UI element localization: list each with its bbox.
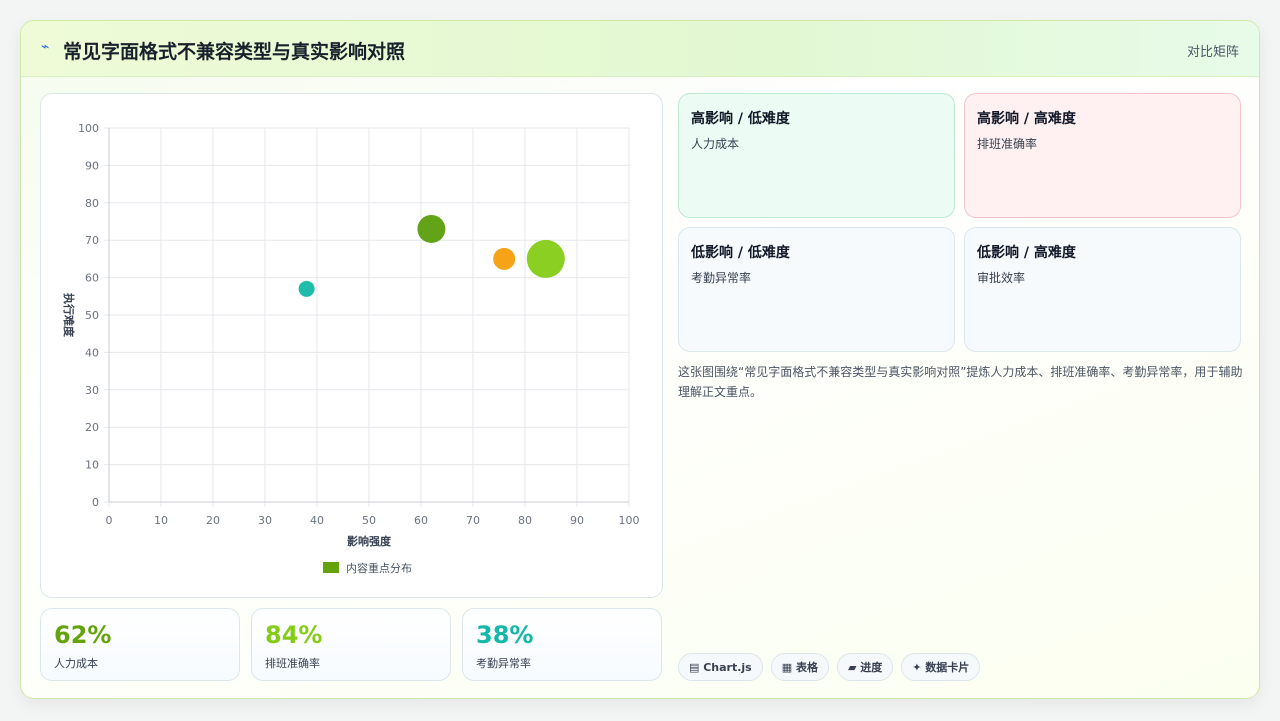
x-tick-label: 100 bbox=[619, 514, 640, 527]
stat-label: 人力成本 bbox=[54, 657, 98, 670]
main-card: ⌁ 常见字面格式不兼容类型与真实影响对照 对比矩阵 0 10 20 30 40 50 60 7… bbox=[20, 20, 1260, 699]
y-tick-label: 50 bbox=[85, 309, 99, 322]
y-tick-label: 70 bbox=[85, 234, 99, 247]
x-tick-label: 10 bbox=[154, 514, 168, 527]
y-tick-label: 100 bbox=[78, 122, 99, 135]
legend-label: 内容重点分布 bbox=[346, 561, 412, 575]
quadrant-low-impact-low-difficulty: 低影响 / 低难度 考勤异常率 bbox=[678, 227, 955, 352]
matrix-tag[interactable]: 对比矩阵 bbox=[1187, 41, 1239, 60]
x-tick-label: 30 bbox=[258, 514, 272, 527]
y-tick-label: 90 bbox=[85, 159, 99, 172]
x-axis-label: 影响强度 bbox=[347, 534, 392, 548]
stat-value: 62% bbox=[54, 621, 112, 649]
stat-value: 84% bbox=[265, 621, 323, 649]
chip-table[interactable]: ▦ 表格 bbox=[770, 653, 829, 681]
chart-panel: 0 10 20 30 40 50 60 70 80 90 100 0 10 20 30 40 50 60 70 80 9… bbox=[40, 93, 663, 598]
quadrant-heading: 低影响 / 低难度 bbox=[691, 245, 790, 261]
x-tick-label: 80 bbox=[518, 514, 532, 527]
quadrant-low-impact-high-difficulty: 低影响 / 高难度 审批效率 bbox=[964, 227, 1241, 352]
stat-card-attendance-anomaly: 38% 考勤异常率 bbox=[462, 608, 662, 681]
x-tick-label: 0 bbox=[106, 514, 113, 527]
quadrant-item: 人力成本 bbox=[691, 137, 740, 151]
stat-card-labor-cost: 62% 人力成本 bbox=[40, 608, 240, 681]
quadrant-heading: 低影响 / 高难度 bbox=[977, 245, 1076, 261]
quadrant-high-impact-low-difficulty: 高影响 / 低难度 人力成本 bbox=[678, 93, 955, 218]
chip-data-card[interactable]: ✦ 数据卡片 bbox=[901, 653, 981, 681]
chart-description: 这张图围绕“常见字面格式不兼容类型与真实影响对照”提炼人力成本、排班准确率、考勤… bbox=[678, 365, 1243, 399]
x-tick-label: 40 bbox=[310, 514, 324, 527]
bubble-chart: 0 10 20 30 40 50 60 70 80 90 100 0 10 20 30 40 50 60 70 80 9… bbox=[62, 122, 640, 575]
x-tick-label: 70 bbox=[466, 514, 480, 527]
y-tick-label: 80 bbox=[85, 197, 99, 210]
bubble-point bbox=[493, 247, 516, 270]
y-tick-label: 0 bbox=[92, 496, 99, 509]
x-tick-label: 50 bbox=[362, 514, 376, 527]
tech-chips: ▤ Chart.js ▦ 表格 ▰ 进度 ✦ 数据卡片 bbox=[678, 653, 981, 681]
y-tick-label: 10 bbox=[85, 459, 99, 472]
quadrant-item: 审批效率 bbox=[977, 271, 1026, 285]
quadrant-high-impact-high-difficulty: 高影响 / 高难度 排班准确率 bbox=[964, 93, 1241, 218]
page-title: 常见字面格式不兼容类型与真实影响对照 bbox=[63, 41, 406, 63]
y-tick-label: 20 bbox=[85, 421, 99, 434]
chip-progress[interactable]: ▰ 进度 bbox=[836, 653, 894, 681]
lightning-icon: ⌁ bbox=[41, 39, 50, 55]
header: ⌁ 常见字面格式不兼容类型与真实影响对照 对比矩阵 bbox=[21, 21, 1259, 77]
stat-value: 38% bbox=[476, 621, 534, 649]
stat-label: 考勤异常率 bbox=[476, 657, 531, 670]
quadrant-item: 排班准确率 bbox=[977, 137, 1038, 151]
quadrant-heading: 高影响 / 低难度 bbox=[691, 111, 790, 127]
y-tick-label: 30 bbox=[85, 384, 99, 397]
x-tick-label: 20 bbox=[206, 514, 220, 527]
quadrant-item: 考勤异常率 bbox=[691, 271, 752, 285]
chip-chartjs[interactable]: ▤ Chart.js bbox=[678, 653, 763, 681]
bubble-point bbox=[417, 214, 446, 243]
legend-swatch bbox=[323, 562, 339, 573]
stat-card-schedule-accuracy: 84% 排班准确率 bbox=[251, 608, 451, 681]
x-tick-label: 90 bbox=[570, 514, 584, 527]
y-axis-label: 执行难度 bbox=[62, 293, 76, 338]
stat-label: 排班准确率 bbox=[265, 657, 320, 670]
bubble-point bbox=[526, 239, 565, 278]
quadrant-heading: 高影响 / 高难度 bbox=[977, 111, 1076, 127]
y-tick-label: 60 bbox=[85, 272, 99, 285]
x-tick-label: 60 bbox=[414, 514, 428, 527]
bubble-point bbox=[298, 280, 315, 297]
y-tick-label: 40 bbox=[85, 346, 99, 359]
